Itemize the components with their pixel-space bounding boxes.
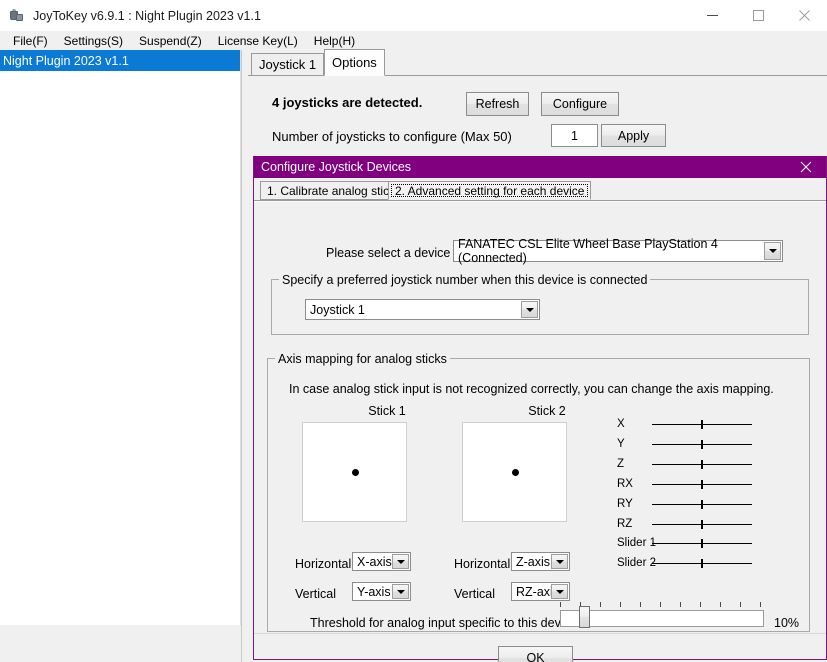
window-titlebar: JoyToKey v6.9.1 : Night Plugin 2023 v1.1 xyxy=(0,0,827,31)
close-icon[interactable] xyxy=(781,0,827,31)
joysticks-detected-text: 4 joysticks are detected. xyxy=(272,95,423,110)
ok-button[interactable]: OK xyxy=(498,646,573,662)
stick-1-dot xyxy=(352,469,359,476)
dialog-title: Configure Joystick Devices xyxy=(261,160,412,174)
refresh-button[interactable]: Refresh xyxy=(466,92,529,116)
stick-1-horizontal-label: Horizontal xyxy=(295,557,352,571)
profile-action-bar: Create Rename Copy Delete xyxy=(0,625,241,662)
configure-button[interactable]: Configure xyxy=(541,92,619,116)
panel-divider xyxy=(241,50,243,662)
tab-joystick-1[interactable]: Joystick 1 xyxy=(251,53,325,76)
chevron-down-icon[interactable] xyxy=(764,242,781,260)
dialog-tab-advanced[interactable]: 2. Advanced setting for each device xyxy=(388,181,592,200)
select-device-label: Please select a device : xyxy=(326,246,458,260)
dialog-footer-separator xyxy=(254,633,826,634)
stick-1-display xyxy=(302,422,407,522)
window-controls xyxy=(689,0,827,31)
stick-1-title: Stick 1 xyxy=(368,404,406,418)
stick-2-horizontal-value: Z-axis xyxy=(516,554,551,569)
menu-item-suspend[interactable]: Suspend(Z) xyxy=(131,33,210,49)
maximize-icon[interactable] xyxy=(735,0,781,31)
axis-indicator-rx xyxy=(701,480,703,489)
window-title: JoyToKey v6.9.1 : Night Plugin 2023 v1.1 xyxy=(33,8,261,23)
joysticks-count-label: Number of joysticks to configure (Max 50… xyxy=(272,129,512,144)
stick-1-horizontal-select[interactable]: X-axis xyxy=(352,552,411,571)
menu-item-file[interactable]: File(F) xyxy=(5,33,56,49)
dialog-titlebar: Configure Joystick Devices xyxy=(254,156,826,178)
stick-2-vertical-label: Vertical xyxy=(454,587,495,601)
stick-2-display xyxy=(462,422,567,522)
stick-1-vertical-select[interactable]: Y-axis xyxy=(352,582,411,601)
threshold-slider-thumb[interactable] xyxy=(579,606,590,628)
dialog-tab-content: Please select a device : FANATEC CSL Eli… xyxy=(254,201,826,633)
axis-indicator-slider-1 xyxy=(701,539,703,548)
list-item-night-plugin[interactable]: Night Plugin 2023 v1.1 xyxy=(0,50,240,71)
stick-2-dot xyxy=(512,469,519,476)
apply-button[interactable]: Apply xyxy=(601,124,666,147)
axis-indicator-y xyxy=(701,440,703,449)
joytokey-app-icon xyxy=(9,8,25,24)
stick-2-horizontal-select[interactable]: Z-axis xyxy=(511,552,570,571)
stick-1-vertical-value: Y-axis xyxy=(357,584,391,599)
dialog-body: 1. Calibrate analog stick 2. Advanced se… xyxy=(254,178,826,662)
list-item-label: Night Plugin 2023 v1.1 xyxy=(3,53,129,68)
tabstrip: Joystick 1 Options xyxy=(248,48,827,76)
threshold-value: 10% xyxy=(774,616,800,630)
stick-2-horizontal-label: Horizontal xyxy=(454,557,511,571)
axis-indicator-rz xyxy=(701,520,703,529)
stick-2-vertical-select[interactable]: RZ-axis xyxy=(511,582,570,601)
chevron-down-icon[interactable] xyxy=(521,301,538,318)
menu-item-help[interactable]: Help(H) xyxy=(306,33,363,49)
preferred-joystick-value: Joystick 1 xyxy=(310,302,365,317)
dialog-tab-advanced-label: 2. Advanced setting for each device xyxy=(395,183,585,198)
tab-options[interactable]: Options xyxy=(324,49,385,76)
axis-indicator-x xyxy=(701,420,703,429)
threshold-slider[interactable] xyxy=(560,602,764,632)
menu-item-license-key[interactable]: License Key(L) xyxy=(210,33,306,49)
stick-1-horizontal-value: X-axis xyxy=(357,554,392,569)
axis-mapping-group-title: Axis mapping for analog sticks xyxy=(275,352,450,366)
axis-indicator-slider-2 xyxy=(701,559,703,568)
minimize-icon[interactable] xyxy=(689,0,735,31)
device-select-value: FANATEC CSL Elite Wheel Base PlayStation… xyxy=(458,237,718,265)
joytokey-main-window: JoyToKey v6.9.1 : Night Plugin 2023 v1.1… xyxy=(0,0,827,662)
axis-indicator-z xyxy=(701,460,703,469)
chevron-down-icon[interactable] xyxy=(551,584,568,599)
menu-item-settings[interactable]: Settings(S) xyxy=(56,33,131,49)
stick-1-vertical-label: Vertical xyxy=(295,587,336,601)
preferred-joystick-select[interactable]: Joystick 1 xyxy=(305,299,540,320)
profile-list[interactable]: Night Plugin 2023 v1.1 xyxy=(0,50,241,625)
device-select[interactable]: FANATEC CSL Elite Wheel Base PlayStation… xyxy=(453,237,783,265)
preferred-joystick-group-title: Specify a preferred joystick number when… xyxy=(279,273,651,287)
dialog-tab-calibrate[interactable]: 1. Calibrate analog stick xyxy=(260,181,403,200)
threshold-label: Threshold for analog input specific to t… xyxy=(310,616,577,630)
threshold-slider-track xyxy=(560,610,764,627)
close-icon[interactable] xyxy=(786,156,826,178)
chevron-down-icon[interactable] xyxy=(392,584,409,599)
threshold-slider-ticks xyxy=(560,602,764,608)
configure-joystick-devices-dialog: Configure Joystick Devices 1. Calibrate … xyxy=(253,156,827,662)
joystick-count-input[interactable]: 1 xyxy=(551,124,598,147)
chevron-down-icon[interactable] xyxy=(551,554,568,569)
chevron-down-icon[interactable] xyxy=(392,554,409,569)
axis-mapping-hint: In case analog stick input is not recogn… xyxy=(289,382,774,396)
axis-indicator-ry xyxy=(701,500,703,509)
stick-2-title: Stick 2 xyxy=(528,404,566,418)
